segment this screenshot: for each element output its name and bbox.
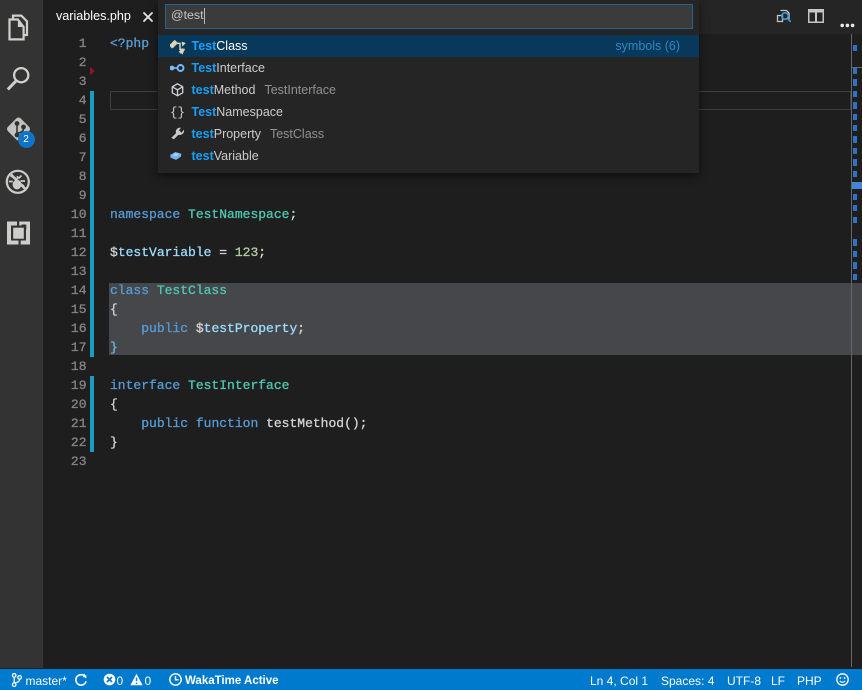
svg-text:{}: {} (170, 106, 185, 120)
